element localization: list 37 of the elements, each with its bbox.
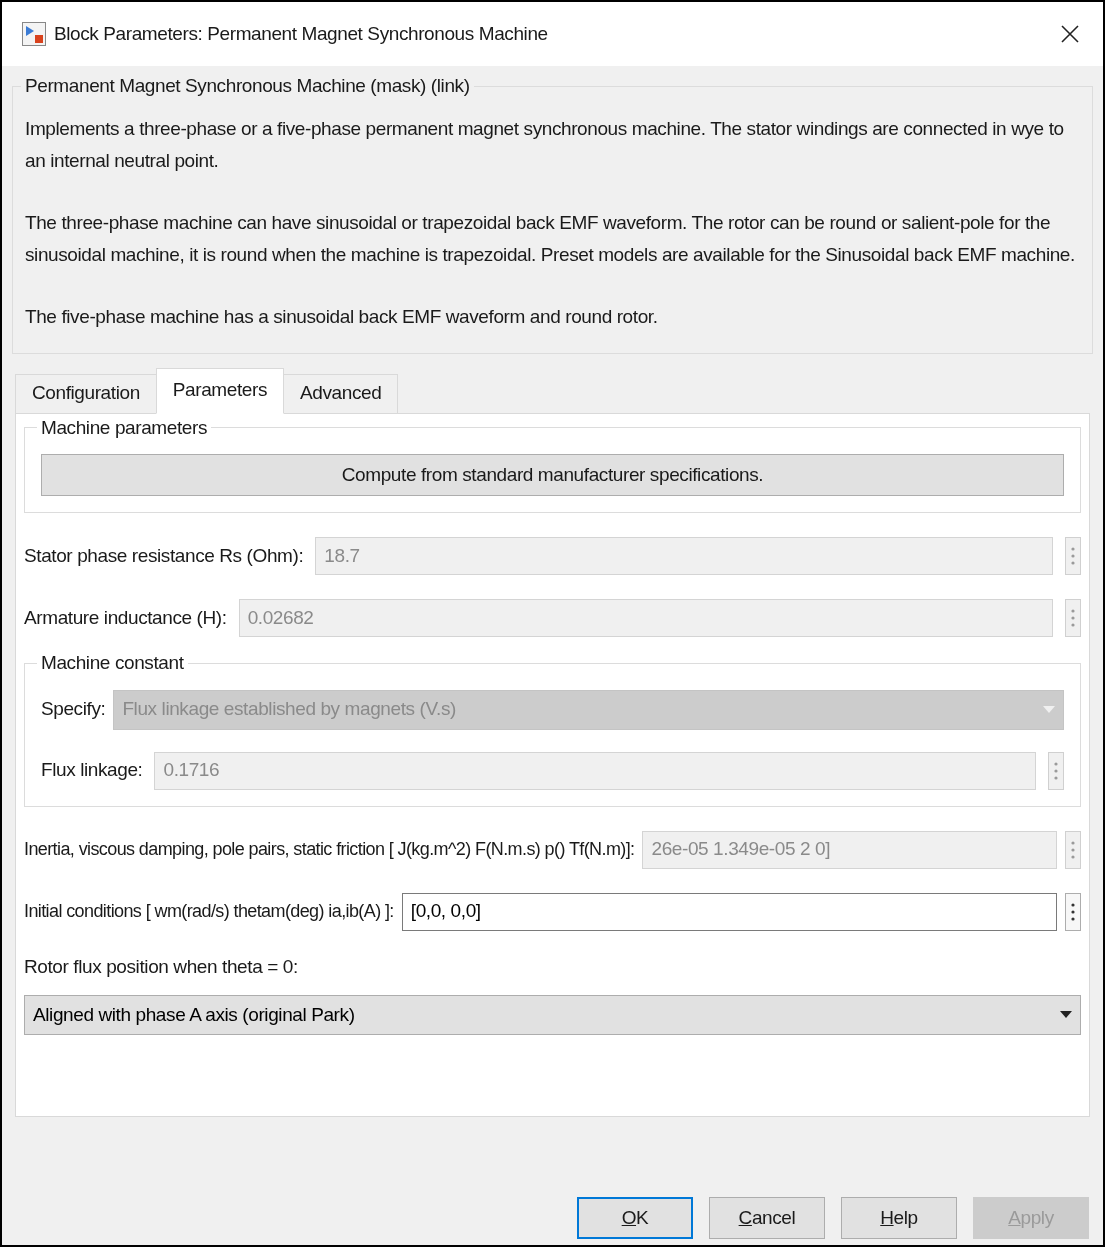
caret-down-icon [1060, 1011, 1072, 1019]
description-text: The five-phase machine has a sinusoidal back EMF waveform and round rotor. [25, 304, 659, 329]
more-options-button[interactable] [1065, 892, 1081, 931]
tab[interactable]: Advanced [283, 373, 399, 414]
more-options-button[interactable] [1065, 830, 1081, 869]
vertical-dots-icon [1071, 840, 1075, 859]
dialog-button[interactable]: OK [577, 1197, 693, 1239]
field-label: Armature inductance (H): [24, 605, 227, 630]
vertical-dots-icon [1071, 902, 1075, 921]
group-title: Machine parameters [40, 415, 208, 440]
vertical-dots-icon [1054, 761, 1058, 780]
input-field[interactable]: [0,0, 0,0] [401, 892, 1057, 931]
field-label: Stator phase resistance Rs (Ohm): [24, 543, 304, 568]
more-options-button[interactable] [1065, 599, 1081, 637]
compute-button[interactable]: Compute from standard manufacturer specifications. [41, 454, 1064, 496]
tab[interactable]: Parameters [155, 367, 285, 414]
field-label: Flux linkage: [41, 758, 143, 783]
window-title: Block Parameters: Permanent Magnet Synchronous Machine [54, 21, 548, 46]
description-text: The three-phase machine can have sinusoidal or trapezoidal back EMF waveform. The rotor can be round or salient-pole for the sinusoidal machine, it is round when the machine is trapezoidal. Preset models are available for the Sinusoidal back EMF machine. [25, 210, 1076, 267]
panel-title: Permanent Magnet Synchronous Machine (mask) (link) [24, 74, 471, 98]
close-icon [1061, 25, 1079, 43]
field-label: Initial conditions [ wm(rad/s) thetam(deg) ia,ib(A) ]: [24, 900, 394, 923]
vertical-dots-icon [1071, 609, 1075, 627]
description-text: Implements a three-phase or a five-phase permanent magnet synchronous machine. The stator windings are connected in wye to an internal neutral point. [25, 116, 1065, 173]
dropdown[interactable]: Aligned with phase A axis (original Park) [24, 995, 1081, 1035]
field-label: Rotor flux position when theta = 0: [24, 954, 299, 979]
field-label: Specify: [41, 697, 106, 722]
app-icon [22, 22, 46, 46]
caret-down-icon [1043, 705, 1055, 714]
more-options-button[interactable] [1065, 537, 1081, 575]
more-options-button[interactable] [1048, 751, 1064, 790]
tab[interactable]: Configuration [15, 373, 157, 414]
group-title: Machine constant [40, 651, 185, 675]
vertical-dots-icon [1071, 547, 1075, 565]
dialog-button[interactable]: Help [841, 1197, 957, 1239]
field-label: Inertia, viscous damping, pole pairs, static friction [ J(kg.m^2) F(N.m.s) p() Tf(N.m)]: [24, 838, 635, 861]
dialog-button[interactable]: Cancel [709, 1197, 825, 1239]
